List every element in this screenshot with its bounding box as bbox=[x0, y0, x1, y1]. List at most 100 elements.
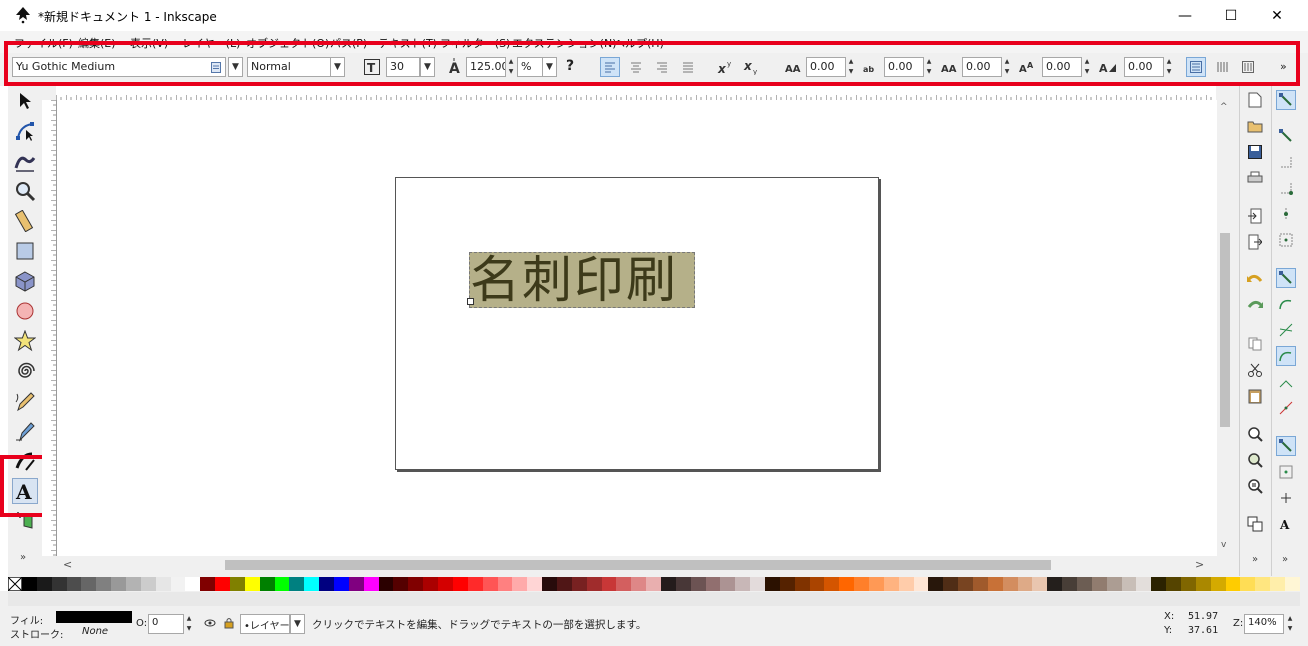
copy-icon[interactable] bbox=[1245, 334, 1265, 354]
layer-visibility-icon[interactable] bbox=[204, 618, 216, 631]
palette-swatch[interactable] bbox=[452, 577, 468, 591]
redo-icon[interactable] bbox=[1245, 296, 1265, 316]
palette-swatch[interactable] bbox=[943, 577, 959, 591]
vertical-scroll-thumb[interactable] bbox=[1220, 233, 1230, 427]
node-tool-icon[interactable] bbox=[12, 118, 38, 144]
palette-swatch[interactable] bbox=[1195, 577, 1211, 591]
print-icon[interactable] bbox=[1245, 168, 1265, 188]
snap-line-midpoints-icon[interactable] bbox=[1276, 398, 1296, 418]
no-paint-swatch[interactable] bbox=[8, 577, 22, 591]
palette-swatch[interactable] bbox=[660, 577, 676, 591]
zoom-input[interactable]: 140% bbox=[1244, 614, 1284, 634]
palette-swatch[interactable] bbox=[1151, 577, 1167, 591]
zoom-spinner[interactable]: ▲ ▼ bbox=[1285, 614, 1295, 634]
palette-swatch[interactable] bbox=[393, 577, 409, 591]
palette-swatch[interactable] bbox=[913, 577, 929, 591]
new-document-icon[interactable] bbox=[1245, 90, 1265, 110]
snap-bbox-icon[interactable] bbox=[1276, 126, 1296, 146]
palette-swatch[interactable] bbox=[1032, 577, 1048, 591]
palette-swatch[interactable] bbox=[185, 577, 201, 591]
cut-icon[interactable] bbox=[1245, 360, 1265, 380]
palette-swatch[interactable] bbox=[735, 577, 751, 591]
commands-overflow-icon[interactable]: » bbox=[1252, 554, 1258, 565]
palette-swatch[interactable] bbox=[987, 577, 1003, 591]
zoom-selection-icon[interactable] bbox=[1245, 424, 1265, 444]
snap-smooth-nodes-icon[interactable] bbox=[1276, 372, 1296, 392]
snap-intersections-icon[interactable] bbox=[1276, 320, 1296, 340]
export-icon[interactable] bbox=[1245, 232, 1265, 252]
snap-bbox-midpoint-icon[interactable] bbox=[1276, 204, 1296, 224]
palette-swatch[interactable] bbox=[690, 577, 706, 591]
snap-text-baseline-icon[interactable]: A bbox=[1276, 514, 1296, 534]
palette-swatch[interactable] bbox=[1017, 577, 1033, 591]
palette-swatch[interactable] bbox=[497, 577, 513, 591]
palette-swatch[interactable] bbox=[1047, 577, 1063, 591]
undo-icon[interactable] bbox=[1245, 270, 1265, 290]
zoom-tool-icon[interactable] bbox=[12, 178, 38, 204]
open-icon[interactable] bbox=[1245, 116, 1265, 136]
snap-paths-icon[interactable] bbox=[1276, 294, 1296, 314]
palette-swatch[interactable] bbox=[36, 577, 52, 591]
palette-swatch[interactable] bbox=[215, 577, 231, 591]
palette-swatch[interactable] bbox=[1077, 577, 1092, 591]
scroll-right-arrow[interactable]: > bbox=[1195, 558, 1204, 571]
palette-swatch[interactable] bbox=[304, 577, 320, 591]
palette-swatch[interactable] bbox=[1002, 577, 1018, 591]
palette-swatch[interactable] bbox=[839, 577, 855, 591]
palette-swatch[interactable] bbox=[289, 577, 305, 591]
palette-swatch[interactable] bbox=[438, 577, 453, 591]
zoom-drawing-icon[interactable] bbox=[1245, 450, 1265, 470]
measure-tool-icon[interactable] bbox=[12, 208, 38, 234]
palette-swatch[interactable] bbox=[1121, 577, 1137, 591]
stroke-value[interactable]: None bbox=[82, 626, 108, 637]
close-button[interactable]: ✕ bbox=[1254, 0, 1300, 31]
palette-swatch[interactable] bbox=[111, 577, 127, 591]
palette-swatch[interactable] bbox=[928, 577, 944, 591]
palette-swatch[interactable] bbox=[542, 577, 557, 591]
palette-swatch[interactable] bbox=[646, 577, 661, 591]
text-baseline-handle[interactable] bbox=[467, 298, 474, 305]
palette-swatch[interactable] bbox=[958, 577, 973, 591]
palette-swatch[interactable] bbox=[1240, 577, 1256, 591]
palette-swatch[interactable] bbox=[854, 577, 869, 591]
palette-swatch[interactable] bbox=[126, 577, 141, 591]
tweak-tool-icon[interactable] bbox=[12, 148, 38, 174]
ellipse-tool-icon[interactable] bbox=[12, 298, 38, 324]
palette-swatch[interactable] bbox=[720, 577, 736, 591]
snap-others-icon[interactable] bbox=[1276, 436, 1296, 456]
pencil-tool-icon[interactable] bbox=[12, 388, 38, 414]
palette-swatch[interactable] bbox=[363, 577, 379, 591]
palette-swatch[interactable] bbox=[1255, 577, 1271, 591]
snap-bbox-edge-icon[interactable] bbox=[1276, 152, 1296, 172]
palette-swatch[interactable] bbox=[81, 577, 97, 591]
zoom-page-icon[interactable] bbox=[1245, 476, 1265, 496]
minimize-button[interactable]: — bbox=[1162, 0, 1208, 31]
palette-swatch[interactable] bbox=[230, 577, 245, 591]
snap-bbox-corner-icon[interactable] bbox=[1276, 178, 1296, 198]
palette-swatch[interactable] bbox=[423, 577, 439, 591]
palette-swatch[interactable] bbox=[140, 577, 156, 591]
star-tool-icon[interactable] bbox=[12, 328, 38, 354]
palette-swatch[interactable] bbox=[1091, 577, 1107, 591]
palette-swatch[interactable] bbox=[96, 577, 112, 591]
palette-swatch[interactable] bbox=[467, 577, 483, 591]
palette-swatch[interactable] bbox=[764, 577, 780, 591]
palette-swatch[interactable] bbox=[675, 577, 691, 591]
palette-swatch[interactable] bbox=[973, 577, 988, 591]
snap-nodes-icon[interactable] bbox=[1276, 268, 1296, 288]
palette-swatch[interactable] bbox=[586, 577, 602, 591]
palette-swatch[interactable] bbox=[1285, 577, 1300, 591]
palette-swatch[interactable] bbox=[408, 577, 424, 591]
pen-tool-icon[interactable] bbox=[12, 418, 38, 444]
palette-swatch[interactable] bbox=[898, 577, 914, 591]
maximize-button[interactable]: ☐ bbox=[1208, 0, 1254, 31]
palette-swatch[interactable] bbox=[274, 577, 290, 591]
opacity-spinner[interactable]: ▲ ▼ bbox=[184, 614, 194, 634]
palette-swatch[interactable] bbox=[66, 577, 82, 591]
snap-rotation-center-icon[interactable] bbox=[1276, 488, 1296, 508]
horizontal-scroll-thumb[interactable] bbox=[225, 560, 1051, 570]
palette-swatch[interactable] bbox=[244, 577, 260, 591]
spiral-tool-icon[interactable] bbox=[12, 358, 38, 384]
palette-swatch[interactable] bbox=[319, 577, 335, 591]
palette-swatch[interactable] bbox=[1225, 577, 1241, 591]
